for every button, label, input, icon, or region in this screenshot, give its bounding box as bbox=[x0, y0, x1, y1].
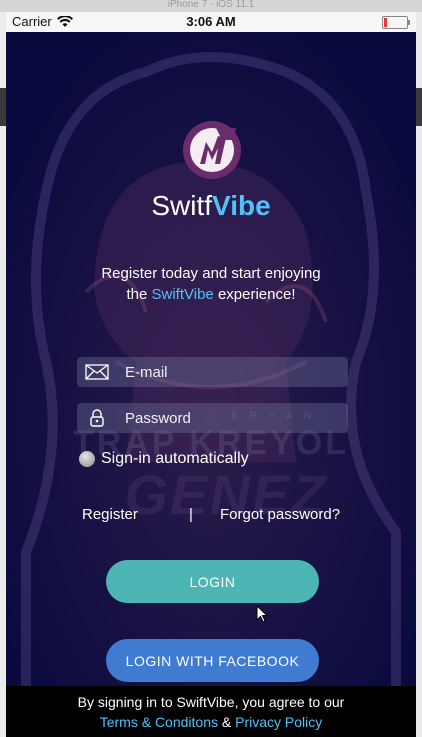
remember-toggle[interactable]: Sign-in automatically bbox=[79, 450, 249, 468]
footer-links: Terms & Conditons & Privacy Policy bbox=[6, 712, 416, 732]
terms-link[interactable]: Terms & Conditons bbox=[100, 714, 218, 730]
terms-footer: By signing in to SwiftVibe, you agree to… bbox=[6, 686, 416, 737]
remember-label: Sign-in automatically bbox=[101, 450, 249, 467]
privacy-policy-link[interactable]: Privacy Policy bbox=[235, 714, 322, 730]
facebook-login-button[interactable]: LOGIN WITH FACEBOOK bbox=[106, 639, 319, 682]
envelope-icon bbox=[77, 364, 117, 380]
tagline-text-end: experience! bbox=[213, 286, 296, 303]
forgot-password-link[interactable]: Forgot password? bbox=[220, 506, 340, 523]
footer-amp: & bbox=[218, 714, 236, 730]
app-name: SwitfVibe bbox=[6, 190, 416, 222]
email-field[interactable] bbox=[77, 357, 348, 387]
footer-text: By signing in to SwiftVibe, you agree to… bbox=[77, 694, 345, 710]
app-name-prefix: Switf bbox=[151, 190, 213, 221]
app-logo-icon bbox=[183, 121, 241, 179]
tagline-brand: SwiftVibe bbox=[151, 286, 214, 303]
app-name-suffix: Vibe bbox=[212, 190, 271, 221]
email-input[interactable] bbox=[117, 363, 325, 381]
phone-screen: Carrier 3:06 AM TRAP KREYOL GENEZ B R Y … bbox=[6, 12, 416, 737]
links-separator: | bbox=[189, 506, 193, 523]
auth-links: Register | Forgot password? bbox=[6, 506, 416, 526]
battery-icon bbox=[382, 16, 410, 29]
password-input[interactable] bbox=[117, 409, 325, 427]
battery-level bbox=[384, 18, 387, 27]
tagline-line-2: the SwiftVibe experience! bbox=[6, 284, 416, 305]
register-link[interactable]: Register bbox=[82, 506, 138, 523]
status-bar: Carrier 3:06 AM bbox=[6, 12, 416, 32]
login-button[interactable]: LOGIN bbox=[106, 560, 319, 603]
tagline-line-1: Register today and start enjoying bbox=[101, 265, 321, 282]
password-field[interactable] bbox=[77, 403, 348, 433]
mouse-cursor-icon bbox=[256, 605, 268, 623]
tagline-text: the bbox=[126, 286, 152, 303]
status-time: 3:06 AM bbox=[186, 14, 236, 29]
tagline: Register today and start enjoying the Sw… bbox=[6, 263, 416, 305]
remember-radio[interactable] bbox=[79, 451, 95, 467]
lock-icon bbox=[77, 409, 117, 427]
simulator-title: iPhone 7 - iOS 11.1 bbox=[0, 0, 422, 12]
